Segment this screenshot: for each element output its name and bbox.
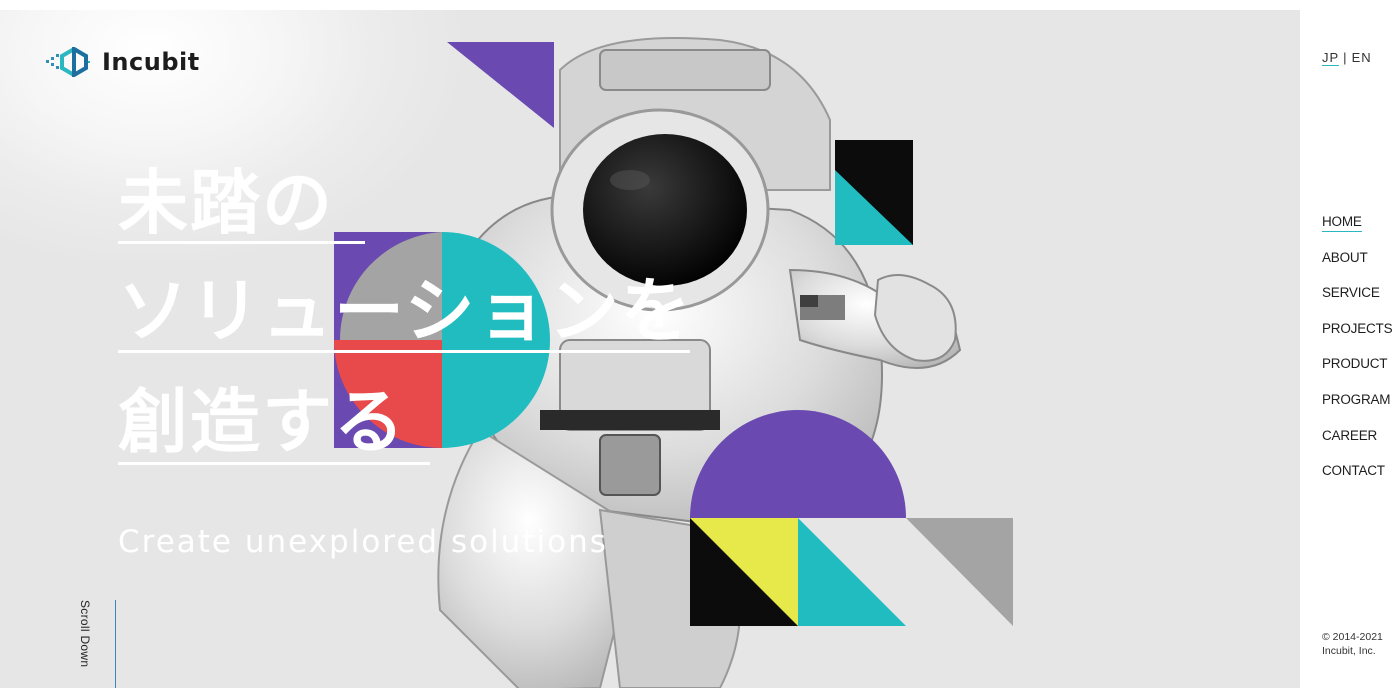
headline-line-2: ソリューションを — [118, 270, 693, 352]
main-nav: HOME ABOUT SERVICE PROJECTS PRODUCT PROG… — [1322, 214, 1393, 499]
nav-service[interactable]: SERVICE — [1322, 285, 1392, 321]
nav-home[interactable]: HOME — [1322, 214, 1392, 250]
scroll-indicator-line — [115, 600, 116, 688]
nav-product[interactable]: PRODUCT — [1322, 356, 1392, 392]
scroll-down-label[interactable]: Scroll Down — [78, 600, 92, 667]
brand-logo[interactable]: Incubit — [44, 47, 200, 77]
nav-about[interactable]: ABOUT — [1322, 250, 1392, 286]
headline-underline-1 — [118, 241, 365, 244]
copyright: © 2014-2021 Incubit, Inc. — [1322, 630, 1383, 658]
brand-name: Incubit — [102, 48, 200, 76]
lang-jp-link[interactable]: JP — [1322, 50, 1340, 66]
headline-underline-3 — [118, 462, 430, 465]
headline-line-3: 創造する — [118, 381, 406, 463]
lang-en-link[interactable]: EN — [1352, 50, 1372, 65]
nav-service-label: SERVICE — [1322, 285, 1380, 301]
nav-projects[interactable]: PROJECTS — [1322, 320, 1393, 357]
nav-contact[interactable]: CONTACT — [1322, 463, 1392, 499]
language-switcher: JP | EN — [1322, 50, 1372, 66]
nav-contact-label: CONTACT — [1322, 463, 1385, 479]
gray-triangle-lower — [906, 518, 1013, 626]
nav-home-label: HOME — [1322, 214, 1362, 232]
lang-separator: | — [1343, 50, 1348, 65]
hero-section: 未踏の ソリューションを 創造する Create unexplored solu… — [0, 10, 1300, 688]
nav-product-label: PRODUCT — [1322, 356, 1388, 372]
headline-underline-2 — [118, 350, 690, 353]
copyright-years: © 2014-2021 — [1322, 631, 1383, 643]
purple-triangle-top — [447, 42, 554, 128]
nav-projects-label: PROJECTS — [1322, 320, 1393, 336]
copyright-company: Incubit, Inc. — [1322, 645, 1376, 658]
teal-triangle-lower — [798, 518, 906, 626]
incubit-mark-icon — [46, 47, 90, 77]
nav-career-label: CAREER — [1322, 427, 1378, 443]
nav-program-label: PROGRAM — [1322, 391, 1391, 407]
headline-line-1: 未踏の — [118, 162, 334, 244]
nav-program[interactable]: PROGRAM — [1322, 392, 1392, 428]
nav-about-label: ABOUT — [1322, 249, 1368, 265]
nav-career[interactable]: CAREER — [1322, 428, 1392, 464]
hero-subtitle: Create unexplored solutions — [118, 524, 608, 560]
